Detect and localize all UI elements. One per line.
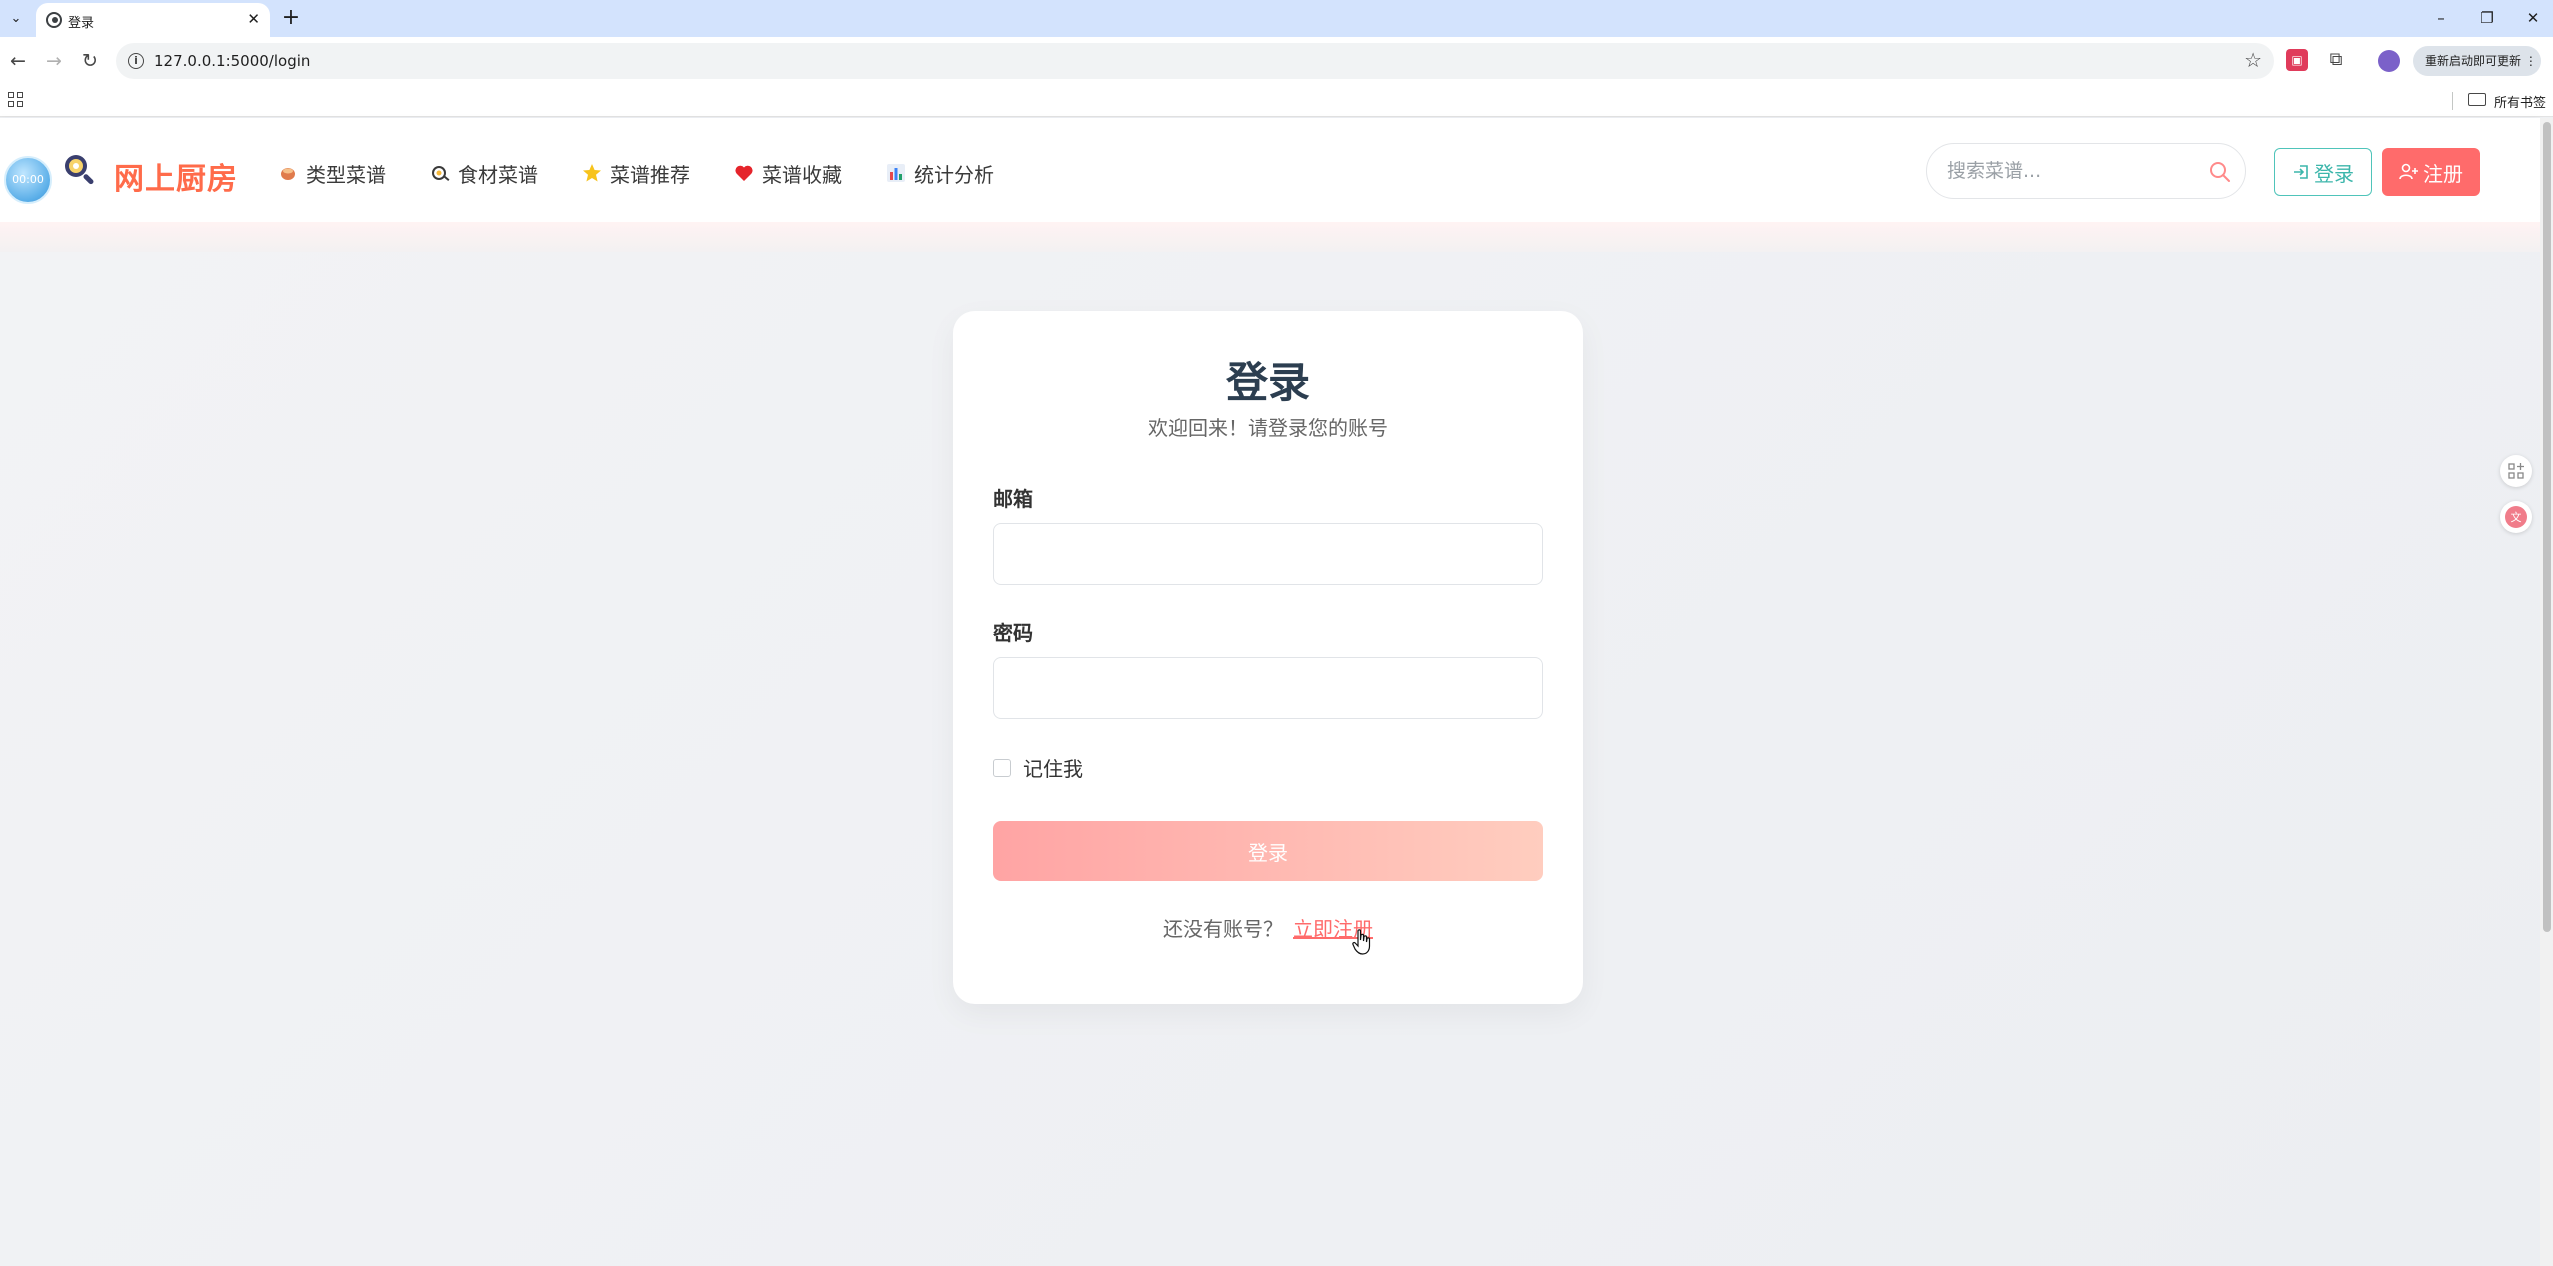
update-button[interactable]: 重新启动即可更新 ⋮: [2413, 46, 2541, 76]
nav-label: 菜谱推荐: [610, 162, 690, 187]
header-login-button[interactable]: 登录: [2274, 148, 2372, 196]
grid-plus-icon: [2508, 463, 2524, 479]
nav-label: 食材菜谱: [458, 162, 538, 187]
egg-pan-icon: [432, 166, 450, 181]
reload-button[interactable]: ↻: [76, 47, 104, 75]
extensions-puzzle-icon[interactable]: ⧉: [2325, 49, 2347, 71]
magnifier-logo-icon: [65, 155, 94, 185]
heart-icon: [735, 165, 753, 181]
password-label: 密码: [993, 621, 1033, 645]
tab-title: 登录: [68, 16, 95, 31]
tab-search-button[interactable]: ⌄: [6, 9, 26, 29]
no-account-text: 还没有账号？: [1163, 917, 1283, 941]
translate-icon: 文: [2505, 506, 2527, 528]
remember-label: 记住我: [1023, 757, 1083, 781]
login-submit-button[interactable]: 登录: [993, 821, 1543, 881]
nav-recommend[interactable]: 菜谱推荐: [582, 158, 690, 188]
restore-button[interactable]: ❐: [2472, 5, 2502, 31]
header-register-label: 注册: [2423, 161, 2463, 186]
nav-favorites[interactable]: 菜谱收藏: [734, 158, 842, 188]
header-login-label: 登录: [2314, 161, 2354, 186]
close-window-button[interactable]: ✕: [2518, 5, 2548, 31]
nav-ingredient-recipes[interactable]: 食材菜谱: [430, 158, 538, 188]
login-subtitle: 欢迎回来！请登录您的账号: [1148, 416, 1388, 440]
search-input[interactable]: [1947, 158, 2197, 184]
login-submit-label: 登录: [1248, 840, 1288, 865]
address-url[interactable]: 127.0.0.1:5000/login: [154, 52, 310, 70]
apps-grid-icon[interactable]: [8, 92, 24, 108]
nav-statistics[interactable]: 统计分析: [886, 158, 994, 188]
globe-icon: [46, 12, 62, 28]
bookmarks-divider: [2452, 92, 2453, 110]
svg-text:文: 文: [2511, 510, 2522, 524]
email-label: 邮箱: [993, 487, 1033, 511]
bar-chart-icon: [887, 164, 905, 182]
update-button-label: 重新启动即可更新: [2425, 54, 2522, 68]
address-bar[interactable]: i 127.0.0.1:5000/login ☆: [116, 43, 2274, 79]
search-icon[interactable]: [2209, 161, 2231, 183]
star-icon: [583, 164, 601, 182]
bookmarks-bar: 所有书签: [0, 85, 2553, 117]
email-field[interactable]: [993, 523, 1543, 585]
header-register-button[interactable]: 注册: [2382, 148, 2480, 196]
scrollbar-thumb[interactable]: [2543, 122, 2551, 932]
close-tab-icon[interactable]: ✕: [247, 10, 260, 28]
remember-me[interactable]: 记住我: [993, 753, 1083, 782]
page-scrollbar[interactable]: [2540, 118, 2553, 1266]
bookmark-star-icon[interactable]: ☆: [2244, 48, 2262, 72]
forward-button[interactable]: →: [40, 47, 68, 75]
profile-avatar[interactable]: [2378, 50, 2400, 72]
nav-label: 类型菜谱: [306, 162, 386, 187]
login-title: 登录: [1225, 358, 1310, 407]
search-box: [1926, 143, 2246, 199]
nav-type-recipes[interactable]: 类型菜谱: [278, 158, 386, 188]
nav-label: 统计分析: [914, 162, 994, 187]
back-button[interactable]: ←: [4, 47, 32, 75]
clock-avatar: 00:00: [4, 156, 52, 204]
register-prompt: 还没有账号？ 立即注册: [953, 913, 1583, 942]
browser-tab-active[interactable]: 登录 ✕: [36, 3, 270, 37]
nav-label: 菜谱收藏: [762, 162, 842, 187]
remember-checkbox[interactable]: [993, 758, 1011, 777]
main-area: 登录 欢迎回来！请登录您的账号 邮箱 密码 记住我 登录 还没有账号？ 立即注册: [0, 252, 2540, 1266]
browser-toolbar: ← → ↻ i 127.0.0.1:5000/login ☆ ▣ ⧉ 重新启动即…: [0, 37, 2553, 85]
user-plus-icon: [2399, 163, 2418, 180]
extension-icon[interactable]: ▣: [2286, 49, 2308, 71]
brand-title[interactable]: 网上厨房: [114, 154, 238, 198]
all-bookmarks-link[interactable]: 所有书签: [2494, 92, 2546, 111]
side-grid-tool[interactable]: [2500, 455, 2532, 487]
site-info-icon[interactable]: i: [128, 53, 144, 69]
sign-in-icon: [2294, 165, 2308, 179]
site-header: 00:00 网上厨房 类型菜谱 食材菜谱 菜谱推荐 菜谱收藏 统计分析 登录 注…: [0, 118, 2540, 222]
login-card: 登录 欢迎回来！请登录您的账号 邮箱 密码 记住我 登录 还没有账号？ 立即注册: [953, 311, 1583, 1004]
folder-icon: [2468, 93, 2486, 106]
password-field[interactable]: [993, 657, 1543, 719]
minimize-button[interactable]: –: [2426, 5, 2456, 31]
header-strip: [0, 222, 2540, 252]
new-tab-button[interactable]: +: [278, 5, 304, 31]
side-translate-tool[interactable]: 文: [2500, 501, 2532, 533]
bowl-icon: [281, 168, 295, 180]
browser-tabbar: ⌄ 登录 ✕ + – ❐ ✕: [0, 0, 2553, 37]
hand-cursor-icon: [1352, 929, 1371, 955]
